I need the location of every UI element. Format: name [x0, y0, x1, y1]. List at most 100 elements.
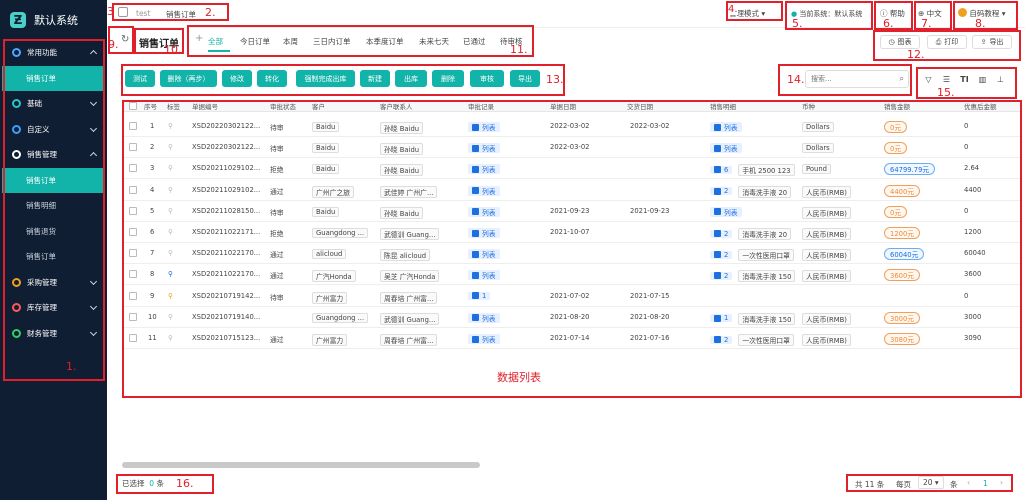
detail-button[interactable]: 6	[710, 165, 733, 174]
row-checkbox[interactable]	[129, 334, 137, 342]
order-code[interactable]: XSD20220302122...	[192, 143, 260, 151]
action-button[interactable]: 强制完成出库	[296, 70, 355, 87]
detail-button[interactable]: 2	[710, 187, 733, 196]
column-header[interactable]: 优惠后金额	[964, 101, 997, 111]
table-row[interactable]: 7 ⚲ XSD20211022170... 通过 alicloud 陈昆 alicloud…	[122, 243, 1022, 265]
list-button[interactable]: 列表	[468, 249, 500, 260]
row-checkbox[interactable]	[129, 206, 137, 215]
filter-icon[interactable]: ▽	[922, 73, 935, 86]
row-checkbox[interactable]	[129, 270, 137, 279]
link-icon[interactable]: ⚲	[168, 292, 173, 300]
row-checkbox[interactable]	[129, 122, 137, 130]
breadcrumb-item[interactable]: 销售订单	[166, 9, 196, 20]
row-checkbox[interactable]	[129, 312, 137, 321]
table-row[interactable]: 2 ⚲ XSD20220302122... 待审 Baidu 孙晓 Baidu 列表 2022…	[122, 137, 1022, 159]
column-header[interactable]: 交货日期	[627, 101, 653, 111]
table-row[interactable]: 1 ⚲ XSD20220302122... 待审 Baidu 孙晓 Baidu 列表 2022…	[122, 116, 1022, 137]
prev-page-icon[interactable]: ‹	[967, 478, 970, 487]
refresh-icon[interactable]: ↻	[121, 34, 129, 45]
sidebar-item[interactable]: 销售管理	[2, 142, 104, 168]
table-row[interactable]: 4 ⚲ XSD20211029102... 通过 广州广之旅 武佳婷 广州广... 列表 2 消…	[122, 180, 1022, 201]
order-code[interactable]: XSD20211029102...	[192, 164, 260, 172]
search-icon[interactable]: ⌕	[900, 74, 904, 84]
list-button[interactable]: 列表	[468, 185, 500, 196]
action-button[interactable]: 测试	[125, 70, 155, 87]
detail-button[interactable]: 2	[710, 229, 733, 238]
list-button[interactable]: 列表	[468, 270, 500, 281]
detail-button[interactable]: 2	[710, 271, 733, 280]
breadcrumb-item[interactable]: test	[136, 9, 150, 18]
detail-button[interactable]: 1	[710, 314, 733, 323]
row-checkbox[interactable]	[129, 249, 137, 258]
current-page[interactable]: 1	[983, 479, 988, 488]
tab[interactable]: 已通过	[463, 36, 486, 47]
column-header[interactable]: 币种	[802, 101, 815, 111]
action-button[interactable]: 出库	[395, 70, 427, 87]
row-checkbox[interactable]	[129, 143, 137, 152]
column-header[interactable]: 审批记录	[468, 101, 494, 111]
sidebar-item[interactable]: 常用功能	[2, 40, 104, 66]
search-input[interactable]	[806, 71, 894, 87]
link-icon[interactable]: ⚲	[168, 270, 173, 278]
action-button[interactable]: 删除（再步）	[160, 70, 217, 87]
row-checkbox[interactable]	[129, 228, 137, 236]
table-row[interactable]: 11 ⚲ XSD20210715123... 通过 广州富力 周春培 广州富... 列表 20…	[122, 328, 1022, 349]
sidebar-item[interactable]: 销售明细	[2, 193, 104, 219]
order-code[interactable]: XSD20220302122...	[192, 122, 260, 130]
link-icon[interactable]: ⚲	[168, 186, 173, 194]
sidebar-item[interactable]: 自定义	[2, 117, 104, 143]
link-icon[interactable]: ⚲	[168, 143, 173, 151]
action-button[interactable]: 导出	[510, 70, 540, 87]
link-icon[interactable]: ⚲	[168, 207, 173, 215]
column-header[interactable]: 客户联系人	[380, 101, 413, 111]
print-button[interactable]: ⎙ 打印	[927, 35, 967, 49]
sidebar-item[interactable]: 库存管理	[2, 295, 104, 321]
order-code[interactable]: XSD20210719140...	[192, 313, 260, 321]
sidebar-item[interactable]: 销售退货	[2, 219, 104, 245]
sidebar-item[interactable]: 基础	[2, 91, 104, 117]
link-icon[interactable]: ⚲	[168, 313, 173, 321]
order-code[interactable]: XSD20210715123...	[192, 334, 260, 342]
column-header[interactable]: 审批状态	[270, 101, 296, 111]
detail-button[interactable]: 列表	[710, 122, 742, 132]
column-header[interactable]: 单据编号	[192, 101, 218, 111]
page-size-select[interactable]: 20 ▾	[918, 476, 944, 489]
order-code[interactable]: XSD20211029102...	[192, 186, 260, 194]
column-header[interactable]: 序号	[144, 101, 157, 111]
detail-button[interactable]: 2	[710, 250, 733, 259]
order-code[interactable]: XSD20211022171...	[192, 228, 260, 236]
column-header[interactable]: 客户	[312, 101, 325, 111]
bar-chart-icon[interactable]: ▥	[976, 73, 989, 86]
link-icon[interactable]: ⚲	[168, 334, 173, 342]
table-row[interactable]: 3 ⚲ XSD20211029102... 拒绝 Baidu 孙晓 Baidu 列表 6 手机 …	[122, 158, 1022, 180]
table-row[interactable]: 6 ⚲ XSD20211022171... 拒绝 Guangdong ... 武德训 Gu…	[122, 222, 1022, 243]
select-all-checkbox[interactable]	[129, 102, 137, 110]
list-button[interactable]: 1	[468, 291, 491, 300]
row-checkbox[interactable]	[129, 185, 137, 194]
detail-button[interactable]: 列表	[710, 143, 742, 154]
table-row[interactable]: 10 ⚲ XSD20210719140... Guangdong ... 武德训 Gua…	[122, 307, 1022, 328]
link-icon[interactable]: ⚲	[168, 249, 173, 257]
order-code[interactable]: XSD20211022170...	[192, 270, 260, 278]
action-button[interactable]: 删除	[432, 70, 464, 87]
tab[interactable]: 未来七天	[419, 36, 449, 47]
sidebar-item[interactable]: 销售订单	[2, 244, 104, 270]
link-icon[interactable]: ⚲	[168, 164, 173, 172]
order-code[interactable]: XSD20210719142...	[192, 292, 260, 300]
text-size-icon[interactable]: TI	[958, 73, 971, 86]
column-header[interactable]: 单据日期	[550, 101, 576, 111]
action-button[interactable]: 新建	[360, 70, 390, 87]
tab[interactable]: 今日订单	[240, 36, 270, 47]
table-row[interactable]: 8 ⚲ XSD20211022170... 通过 广汽Honda 吴芝 广汽Honda 列表…	[122, 264, 1022, 286]
hierarchy-icon[interactable]: ⊥	[994, 73, 1007, 86]
list-button[interactable]: 列表	[468, 206, 500, 217]
next-page-icon[interactable]: ›	[1000, 478, 1003, 487]
link-icon[interactable]: ⚲	[168, 228, 173, 236]
row-checkbox[interactable]	[129, 164, 137, 173]
tab[interactable]: 本季度订单	[366, 36, 404, 47]
detail-button[interactable]: 2	[710, 335, 733, 344]
list-button[interactable]: 列表	[468, 228, 500, 238]
link-icon[interactable]: ⚲	[168, 122, 173, 130]
tab[interactable]: 本周	[283, 36, 298, 47]
sidebar-item[interactable]: 销售订单	[2, 167, 104, 193]
